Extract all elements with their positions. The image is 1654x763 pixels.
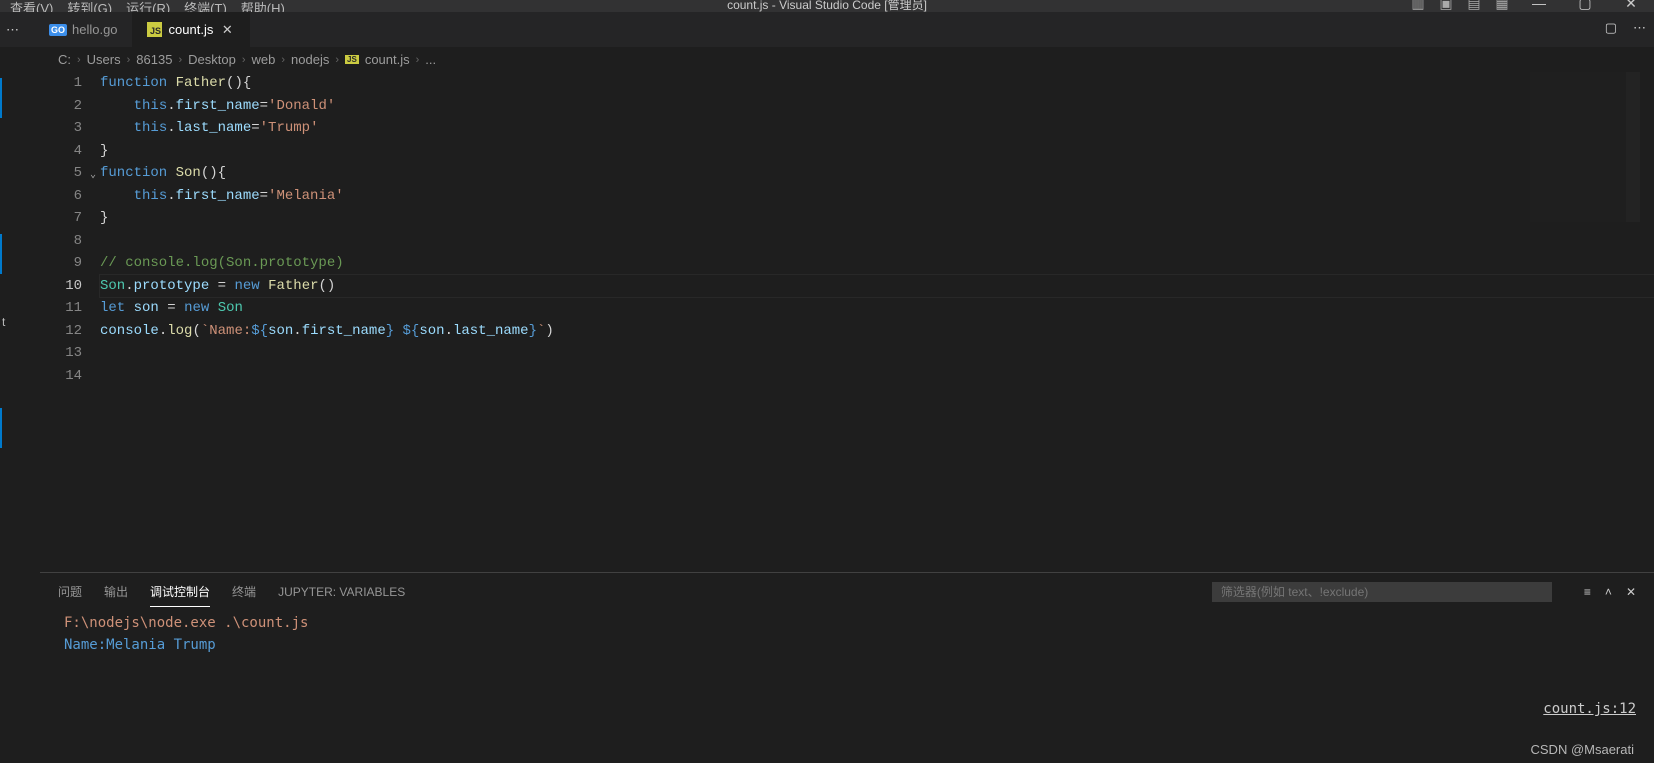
crumb[interactable]: Users bbox=[87, 52, 121, 67]
chevron-right-icon: › bbox=[77, 54, 81, 66]
line-number-gutter: 12345⌄67891011121314 bbox=[20, 72, 100, 387]
line-number: 12 bbox=[20, 320, 82, 343]
line-number: 6 bbox=[20, 185, 82, 208]
crumb[interactable]: nodejs bbox=[291, 52, 329, 67]
line-number: 13 bbox=[20, 342, 82, 365]
watermark-text: CSDN @Msaerati bbox=[1531, 742, 1635, 757]
layout-toggle-1-icon[interactable]: ▥ bbox=[1404, 0, 1432, 11]
stack-source-link[interactable]: count.js:12 bbox=[1543, 701, 1636, 717]
code-line[interactable]: function Son(){ bbox=[100, 162, 1654, 185]
code-line[interactable]: let son = new Son bbox=[100, 297, 1654, 320]
panel-tab-problems[interactable]: 问题 bbox=[58, 579, 82, 604]
chevron-right-icon: › bbox=[335, 54, 339, 66]
line-number: 14 bbox=[20, 365, 82, 388]
tab-label: count.js bbox=[169, 22, 214, 37]
minimap[interactable] bbox=[1530, 72, 1640, 222]
fold-icon[interactable]: ⌄ bbox=[90, 165, 96, 188]
filter-settings-icon[interactable]: ≡ bbox=[1584, 585, 1591, 599]
close-window-button[interactable]: ✕ bbox=[1608, 0, 1654, 11]
split-editor-icon[interactable]: ▢ bbox=[1605, 20, 1617, 36]
code-line[interactable]: function Father(){ bbox=[100, 72, 1654, 95]
line-number: 1 bbox=[20, 72, 82, 95]
tab-close-icon[interactable]: ✕ bbox=[219, 22, 235, 38]
code-area[interactable]: function Father(){ this.first_name='Dona… bbox=[100, 72, 1654, 387]
panel-tab-debug-console[interactable]: 调试控制台 bbox=[150, 579, 210, 604]
layout-toggle-3-icon[interactable]: ▤ bbox=[1460, 0, 1488, 11]
line-number: 11 bbox=[20, 297, 82, 320]
code-line[interactable]: } bbox=[100, 207, 1654, 230]
layout-toggle-2-icon[interactable]: ▣ bbox=[1432, 0, 1460, 11]
editor-more-icon[interactable]: ⋯ bbox=[1633, 20, 1646, 36]
activity-selection-indicator bbox=[0, 234, 2, 274]
code-line[interactable]: } bbox=[100, 140, 1654, 163]
code-line[interactable] bbox=[100, 342, 1654, 365]
title-bar: 查看(V) 转到(G) 运行(R) 终端(T) 帮助(H) count.js -… bbox=[0, 0, 1654, 12]
code-line[interactable]: this.last_name='Trump' bbox=[100, 117, 1654, 140]
chevron-right-icon: › bbox=[127, 54, 131, 66]
code-editor[interactable]: 12345⌄67891011121314 function Father(){ … bbox=[20, 72, 1654, 387]
crumb[interactable]: 86135 bbox=[136, 52, 172, 67]
console-command-line: F:\nodejs\node.exe .\count.js bbox=[64, 612, 1630, 634]
crumb[interactable]: C: bbox=[58, 52, 71, 67]
tab-label: hello.go bbox=[72, 22, 118, 37]
maximize-button[interactable]: ▢ bbox=[1562, 0, 1608, 11]
breadcrumb[interactable]: C:› Users› 86135› Desktop› web› nodejs› … bbox=[0, 47, 1654, 72]
crumb[interactable]: web bbox=[252, 52, 276, 67]
tab-count-js[interactable]: JS count.js ✕ bbox=[133, 12, 251, 47]
panel-tab-jupyter[interactable]: JUPYTER: VARIABLES bbox=[278, 581, 405, 603]
chevron-right-icon: › bbox=[242, 54, 246, 66]
code-line[interactable]: // console.log(Son.prototype) bbox=[100, 252, 1654, 275]
panel-collapse-icon[interactable]: ˄ bbox=[1605, 585, 1612, 599]
panel-tab-output[interactable]: 输出 bbox=[104, 579, 128, 604]
debug-console-output[interactable]: F:\nodejs\node.exe .\count.js Name:Melan… bbox=[40, 604, 1654, 664]
tab-hello-go[interactable]: GO hello.go bbox=[36, 12, 133, 47]
code-line[interactable] bbox=[100, 230, 1654, 253]
chevron-right-icon: › bbox=[178, 54, 182, 66]
panel-close-icon[interactable]: ✕ bbox=[1626, 585, 1636, 599]
code-line[interactable] bbox=[100, 365, 1654, 388]
minimize-button[interactable]: ― bbox=[1516, 0, 1562, 11]
panel-filter-input[interactable] bbox=[1212, 582, 1552, 602]
activity-selection-indicator bbox=[0, 408, 2, 448]
code-line[interactable]: this.first_name='Melania' bbox=[100, 185, 1654, 208]
chevron-right-icon: › bbox=[281, 54, 285, 66]
line-number: 4 bbox=[20, 140, 82, 163]
tab-overflow-icon[interactable]: ⋯ bbox=[6, 22, 21, 38]
panel-tab-terminal[interactable]: 终端 bbox=[232, 579, 256, 604]
panel-tab-bar: 问题 输出 调试控制台 终端 JUPYTER: VARIABLES ≡ ˄ ✕ bbox=[40, 573, 1654, 604]
js-file-icon: JS bbox=[345, 55, 359, 64]
crumb[interactable]: Desktop bbox=[188, 52, 236, 67]
line-number: 2 bbox=[20, 95, 82, 118]
layout-toggle-4-icon[interactable]: ▦ bbox=[1488, 0, 1516, 11]
line-number: 7 bbox=[20, 207, 82, 230]
crumb[interactable]: count.js bbox=[365, 52, 410, 67]
line-number: 5⌄ bbox=[20, 162, 82, 185]
crumb[interactable]: ... bbox=[425, 52, 436, 67]
sidebar-letter: t bbox=[2, 315, 5, 329]
code-line[interactable]: Son.prototype = new Father() bbox=[100, 275, 1654, 298]
editor-tab-bar: ⋯ GO hello.go JS count.js ✕ ▢ ⋯ bbox=[0, 12, 1654, 47]
activity-bar-fragment bbox=[0, 72, 20, 387]
go-file-icon: GO bbox=[50, 22, 66, 38]
js-file-icon: JS bbox=[147, 22, 163, 38]
code-line[interactable]: console.log(`Name:${son.first_name} ${so… bbox=[100, 320, 1654, 343]
console-stdout-line: Name:Melania Trump bbox=[64, 634, 1630, 656]
activity-selection-indicator bbox=[0, 78, 2, 118]
line-number: 10 bbox=[20, 275, 82, 298]
chevron-right-icon: › bbox=[416, 54, 420, 66]
line-number: 3 bbox=[20, 117, 82, 140]
line-number: 9 bbox=[20, 252, 82, 275]
line-number: 8 bbox=[20, 230, 82, 253]
bottom-panel: 问题 输出 调试控制台 终端 JUPYTER: VARIABLES ≡ ˄ ✕ … bbox=[40, 572, 1654, 727]
code-line[interactable]: this.first_name='Donald' bbox=[100, 95, 1654, 118]
minimap-viewport[interactable] bbox=[1626, 72, 1640, 222]
